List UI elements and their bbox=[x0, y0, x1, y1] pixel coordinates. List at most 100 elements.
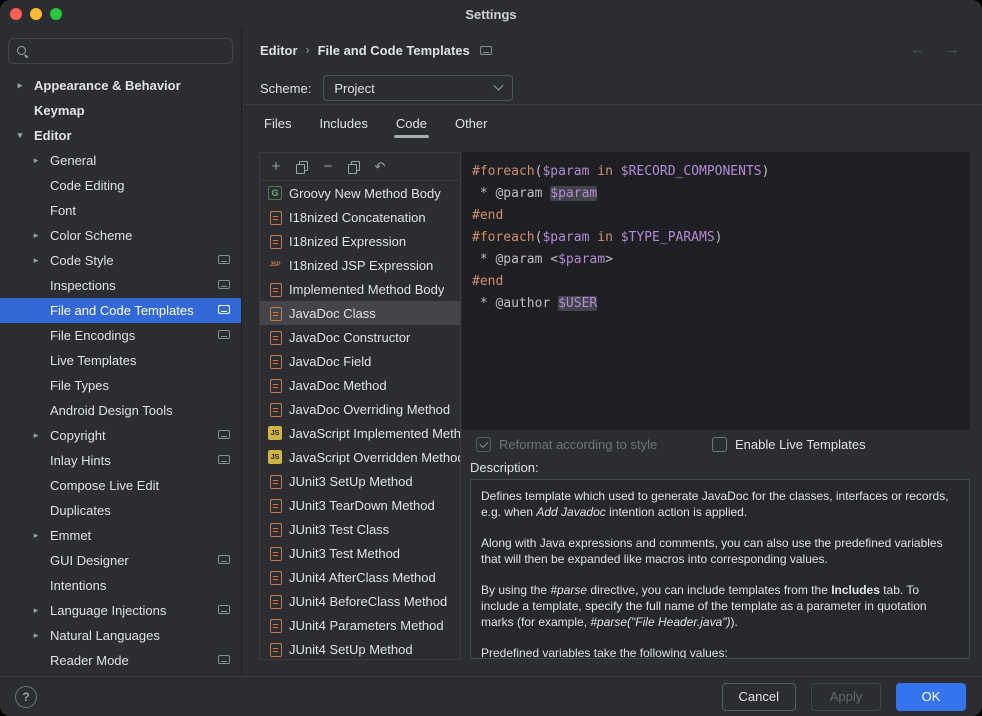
tab-includes[interactable]: Includes bbox=[317, 116, 369, 142]
sidebar-item-natural-languages[interactable]: ▸ Natural Languages bbox=[0, 623, 241, 648]
ide-config-icon bbox=[480, 46, 492, 55]
scheme-label: Scheme: bbox=[260, 81, 311, 96]
zoom-button[interactable] bbox=[50, 8, 62, 20]
forward-icon[interactable]: → bbox=[945, 41, 960, 58]
tab-code[interactable]: Code bbox=[394, 116, 429, 142]
template-item-javadoc-constructor[interactable]: JavaDoc Constructor bbox=[260, 325, 460, 349]
sidebar-item-label: Inspections bbox=[50, 278, 116, 293]
scheme-select[interactable]: Project bbox=[323, 75, 513, 101]
live-templates-option[interactable]: Enable Live Templates bbox=[712, 434, 866, 454]
template-item-junit4-beforeclass-method[interactable]: JUnit4 BeforeClass Method bbox=[260, 589, 460, 613]
sidebar-item-label: Compose Live Edit bbox=[50, 478, 159, 493]
sidebar-item-editor[interactable]: ▾Editor bbox=[0, 123, 241, 148]
template-item-label: JavaScript Implemented Method bbox=[289, 426, 460, 441]
description-box: Defines template which used to generate … bbox=[470, 479, 970, 659]
sidebar-item-inlay-hints[interactable]: Inlay Hints bbox=[0, 448, 241, 473]
back-icon[interactable]: ← bbox=[910, 41, 925, 58]
template-item-javadoc-class[interactable]: JavaDoc Class bbox=[260, 301, 460, 325]
chevron-right-icon[interactable]: ▸ bbox=[15, 81, 25, 90]
minimize-button[interactable] bbox=[30, 8, 42, 20]
template-file-icon bbox=[268, 546, 282, 560]
chevron-right-icon[interactable]: ▸ bbox=[31, 631, 41, 640]
template-item-junit3-test-class[interactable]: JUnit3 Test Class bbox=[260, 517, 460, 541]
sidebar-item-font[interactable]: Font bbox=[0, 198, 241, 223]
sidebar-item-android-design-tools[interactable]: Android Design Tools bbox=[0, 398, 241, 423]
sidebar-item-compose-live-edit[interactable]: Compose Live Edit bbox=[0, 473, 241, 498]
sidebar-item-language-injections[interactable]: ▸Language Injections bbox=[0, 598, 241, 623]
template-item-junit3-setup-method[interactable]: JUnit3 SetUp Method bbox=[260, 469, 460, 493]
reset-icon[interactable]: ↶ bbox=[373, 160, 387, 174]
template-item-junit4-setup-method[interactable]: JUnit4 SetUp Method bbox=[260, 637, 460, 659]
sidebar-item-label: Duplicates bbox=[50, 503, 111, 518]
sidebar-item-label: Natural Languages bbox=[50, 628, 160, 643]
sidebar-item-inspections[interactable]: Inspections bbox=[0, 273, 241, 298]
ok-button[interactable]: OK bbox=[896, 683, 966, 711]
sidebar-item-copyright[interactable]: ▸ Copyright bbox=[0, 423, 241, 448]
breadcrumb-item-editor[interactable]: Editor bbox=[260, 43, 298, 58]
template-item-javadoc-method[interactable]: JavaDoc Method bbox=[260, 373, 460, 397]
template-item-javascript-implemented-method[interactable]: JSJavaScript Implemented Method bbox=[260, 421, 460, 445]
sidebar-item-emmet[interactable]: ▸Emmet bbox=[0, 523, 241, 548]
settings-search-box[interactable] bbox=[8, 38, 233, 64]
sidebar-item-code-editing[interactable]: Code Editing bbox=[0, 173, 241, 198]
template-item-groovy-new-method-body[interactable]: GGroovy New Method Body bbox=[260, 181, 460, 205]
chevron-right-icon[interactable]: ▸ bbox=[31, 606, 41, 615]
sidebar-item-live-templates[interactable]: Live Templates bbox=[0, 348, 241, 373]
live-templates-checkbox[interactable] bbox=[712, 437, 727, 452]
sidebar-item-label: Copyright bbox=[50, 428, 106, 443]
close-button[interactable] bbox=[10, 8, 22, 20]
duplicate-icon[interactable] bbox=[347, 160, 361, 174]
template-item-junit4-parameters-method[interactable]: JUnit4 Parameters Method bbox=[260, 613, 460, 637]
copy-icon[interactable] bbox=[295, 160, 309, 174]
sidebar-item-file-types[interactable]: File Types bbox=[0, 373, 241, 398]
help-button[interactable]: ? bbox=[15, 686, 37, 708]
template-item-javadoc-overriding-method[interactable]: JavaDoc Overriding Method bbox=[260, 397, 460, 421]
template-item-i18nized-concatenation[interactable]: I18nized Concatenation bbox=[260, 205, 460, 229]
template-item-label: JavaScript Overridden Method bbox=[289, 450, 460, 465]
ide-config-icon bbox=[218, 430, 230, 439]
add-icon[interactable]: + bbox=[269, 160, 283, 174]
sidebar-item-general[interactable]: ▸General bbox=[0, 148, 241, 173]
sidebar-item-gui-designer[interactable]: GUI Designer bbox=[0, 548, 241, 573]
cancel-button[interactable]: Cancel bbox=[722, 683, 796, 711]
template-item-javascript-overridden-method[interactable]: JSJavaScript Overridden Method bbox=[260, 445, 460, 469]
sidebar-item-file-encodings[interactable]: File Encodings bbox=[0, 323, 241, 348]
chevron-right-icon[interactable]: ▸ bbox=[31, 231, 41, 240]
template-item-junit3-teardown-method[interactable]: JUnit3 TearDown Method bbox=[260, 493, 460, 517]
sidebar-item-appearance-behavior[interactable]: ▸Appearance & Behavior bbox=[0, 73, 241, 98]
settings-tree: ▸Appearance & BehaviorKeymap▾Editor▸Gene… bbox=[0, 73, 241, 673]
template-item-javadoc-field[interactable]: JavaDoc Field bbox=[260, 349, 460, 373]
search-input[interactable] bbox=[35, 44, 225, 59]
chevron-right-icon[interactable]: ▸ bbox=[31, 531, 41, 540]
sidebar-item-keymap[interactable]: Keymap bbox=[0, 98, 241, 123]
sidebar-item-color-scheme[interactable]: ▸Color Scheme bbox=[0, 223, 241, 248]
sidebar-item-intentions[interactable]: Intentions bbox=[0, 573, 241, 598]
chevron-right-icon[interactable]: ▸ bbox=[31, 256, 41, 265]
tab-other[interactable]: Other bbox=[453, 116, 490, 142]
tab-files[interactable]: Files bbox=[262, 116, 293, 142]
sidebar-item-duplicates[interactable]: Duplicates bbox=[0, 498, 241, 523]
chevron-right-icon[interactable]: ▸ bbox=[31, 156, 41, 165]
sidebar-item-label: File Types bbox=[50, 378, 109, 393]
description-paragraph: Defines template which used to generate … bbox=[481, 488, 959, 520]
template-item-i18nized-expression[interactable]: I18nized Expression bbox=[260, 229, 460, 253]
code-token: * @author bbox=[472, 296, 558, 311]
code-line: #foreach($param in $RECORD_COMPONENTS) bbox=[472, 161, 970, 183]
template-item-junit3-test-method[interactable]: JUnit3 Test Method bbox=[260, 541, 460, 565]
code-token: > bbox=[605, 252, 613, 267]
sidebar-item-code-style[interactable]: ▸Code Style bbox=[0, 248, 241, 273]
template-file-icon bbox=[268, 234, 282, 248]
chevron-down-icon[interactable]: ▾ bbox=[15, 131, 25, 140]
sidebar-item-reader-mode[interactable]: Reader Mode bbox=[0, 648, 241, 673]
remove-icon[interactable]: − bbox=[321, 160, 335, 174]
template-item-implemented-method-body[interactable]: Implemented Method Body bbox=[260, 277, 460, 301]
template-item-label: Groovy New Method Body bbox=[289, 186, 441, 201]
template-file-icon bbox=[268, 594, 282, 608]
chevron-right-icon[interactable]: ▸ bbox=[31, 431, 41, 440]
sidebar-item-label: Reader Mode bbox=[50, 653, 129, 668]
sidebar-item-file-and-code-templates[interactable]: File and Code Templates bbox=[0, 298, 241, 323]
template-item-junit4-afterclass-method[interactable]: JUnit4 AfterClass Method bbox=[260, 565, 460, 589]
template-item-i18nized-jsp-expression[interactable]: JSPI18nized JSP Expression bbox=[260, 253, 460, 277]
code-token: in bbox=[597, 230, 613, 245]
template-editor[interactable]: #foreach($param in $RECORD_COMPONENTS) *… bbox=[462, 152, 970, 430]
